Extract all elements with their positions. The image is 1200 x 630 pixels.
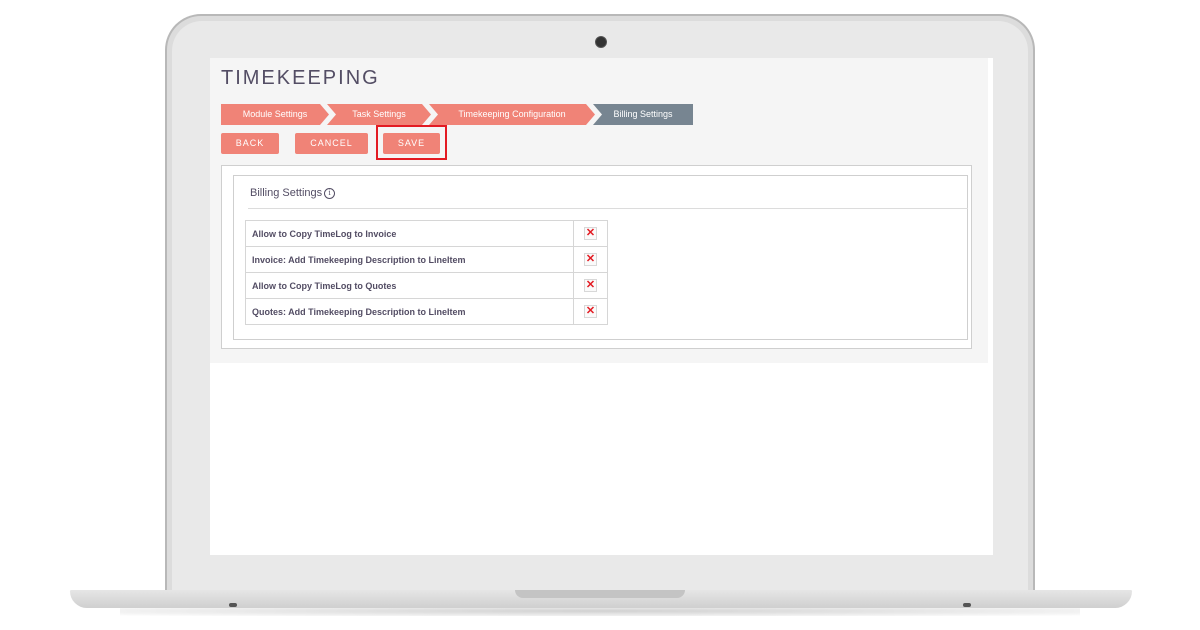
wizard-step-module-settings[interactable]: Module Settings — [221, 104, 329, 125]
billing-settings-section: Billing Settings i Allow to Copy TimeLog … — [233, 175, 968, 340]
setting-label: Allow to Copy TimeLog to Quotes — [245, 272, 574, 299]
laptop-foot-left — [229, 603, 237, 607]
wizard-breadcrumb: Module Settings Task Settings Timekeepin… — [221, 104, 693, 125]
setting-label: Quotes: Add Timekeeping Description to L… — [245, 298, 574, 325]
x-icon: ✕ — [584, 305, 597, 318]
app-background: TIMEKEEPING Module Settings Task Setting… — [210, 58, 988, 363]
setting-label: Allow to Copy TimeLog to Invoice — [245, 220, 574, 247]
table-row: Quotes: Add Timekeeping Description to L… — [245, 298, 608, 325]
x-icon: ✕ — [584, 253, 597, 266]
screen: TIMEKEEPING Module Settings Task Setting… — [210, 58, 993, 555]
save-button[interactable]: SAVE — [383, 133, 440, 154]
panel-title-text: Billing Settings — [250, 187, 323, 199]
setting-value: ✕ — [573, 246, 608, 273]
wizard-step-task-settings[interactable]: Task Settings — [327, 104, 431, 125]
setting-value: ✕ — [573, 298, 608, 325]
wizard-step-billing-settings[interactable]: Billing Settings — [593, 104, 693, 125]
billing-settings-panel: Billing Settings i Allow to Copy TimeLog … — [221, 165, 972, 349]
x-icon: ✕ — [584, 279, 597, 292]
table-row: Invoice: Add Timekeeping Description to … — [245, 246, 608, 273]
setting-value: ✕ — [573, 272, 608, 299]
setting-label: Invoice: Add Timekeeping Description to … — [245, 246, 574, 273]
table-row: Allow to Copy TimeLog to Quotes ✕ — [245, 272, 608, 299]
cancel-button[interactable]: CANCEL — [295, 133, 368, 154]
panel-divider — [248, 208, 968, 209]
back-button[interactable]: BACK — [221, 133, 279, 154]
table-row: Allow to Copy TimeLog to Invoice ✕ — [245, 220, 608, 247]
setting-value: ✕ — [573, 220, 608, 247]
camera-icon — [595, 36, 607, 48]
page-title: TIMEKEEPING — [221, 67, 380, 89]
laptop-notch — [515, 590, 685, 598]
billing-settings-table: Allow to Copy TimeLog to Invoice ✕ Invoi… — [245, 220, 608, 325]
panel-title: Billing Settings i — [250, 187, 336, 199]
laptop-foot-right — [963, 603, 971, 607]
x-icon: ✕ — [584, 227, 597, 240]
wizard-step-timekeeping-configuration[interactable]: Timekeeping Configuration — [429, 104, 595, 125]
info-icon[interactable]: i — [324, 187, 336, 199]
